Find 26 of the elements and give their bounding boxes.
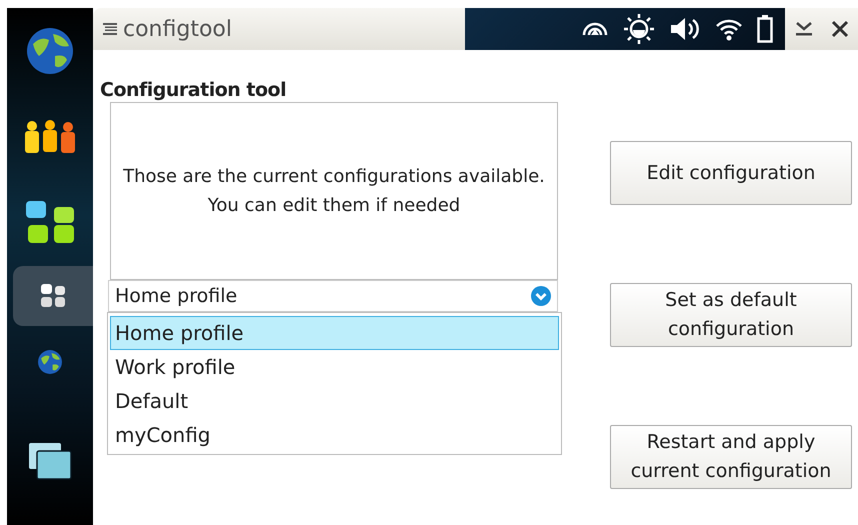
battery-icon[interactable] [757,15,773,43]
globe-icon [25,26,75,76]
chevron-down-icon [531,286,551,306]
dropdown-option[interactable]: myConfig [110,418,559,452]
brightness-icon[interactable] [623,13,655,45]
close-icon[interactable] [831,20,850,38]
action-button[interactable]: Edit configuration [610,141,852,205]
action-button[interactable]: Set as default configuration [610,283,852,347]
profile-combo[interactable]: Home profile [108,280,558,312]
windows-icon [27,441,73,481]
action-button[interactable]: Restart and apply current configuration [610,425,852,489]
volume-icon[interactable] [669,16,701,42]
tiles-icon [39,282,67,310]
window-title: configtool [123,16,232,44]
sidebar-item[interactable] [13,266,93,326]
dropdown-option[interactable]: Default [110,384,559,418]
dropdown-option[interactable]: Home profile [110,316,559,350]
menu-icon[interactable] [103,23,117,35]
globe-icon [37,349,63,375]
dropdown-option[interactable]: Work profile [110,350,559,384]
people-icon [22,119,78,155]
description-text: Those are the current configurations available. You can edit them if needed [122,165,546,218]
wifi-icon[interactable] [715,17,743,41]
minimize-icon[interactable] [794,20,814,38]
section-heading: Configuration tool [100,78,286,102]
combo-value: Home profile [115,284,238,309]
